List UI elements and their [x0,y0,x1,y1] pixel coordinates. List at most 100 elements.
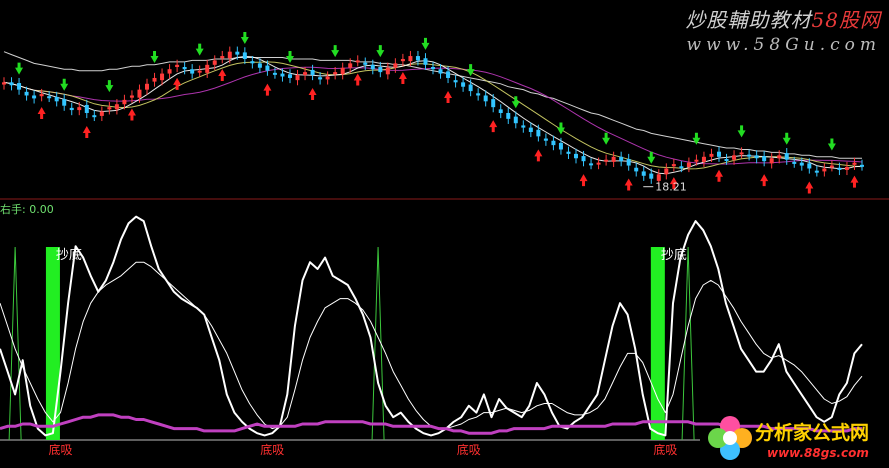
candle-body [476,93,481,96]
candle-body [596,162,601,165]
candle-body [701,156,706,162]
watermark-title: 炒股輔助教材 [685,8,812,32]
candle-body [227,51,232,59]
candle-body [318,77,323,80]
candle-body [265,65,270,71]
flower-logo-icon [708,416,752,460]
signal-bottom-label: 底吸 [653,442,677,457]
candle-body [129,95,134,98]
candle-body [513,116,518,124]
down-arrow-icon [376,45,385,58]
candle-body [807,163,812,169]
candle-body [92,115,97,118]
watermark-brand: 58股网 [811,8,881,32]
candle-body [664,168,669,175]
up-arrow-icon [82,126,91,138]
candle-body [47,96,52,99]
candle-body [543,138,548,141]
candle-body [438,69,443,74]
candle-body [581,156,586,162]
candle-body [69,107,74,111]
candle-body [17,83,22,90]
candle-body [461,82,466,87]
candle-body [152,77,157,82]
candle-body [453,80,458,83]
down-arrow-icon [60,78,69,91]
candle-body [325,76,330,80]
candle-body [799,162,804,166]
candle-body [498,109,503,113]
indicator-label: 右手: 0.00 [0,203,54,216]
down-arrow-icon [602,132,611,145]
candle-body [528,127,533,132]
candle-body [551,140,556,146]
candle-body [634,167,639,172]
candle-body [303,72,308,76]
candle-body [288,74,292,78]
candle-body [754,155,759,159]
up-arrow-icon [127,108,136,121]
k-line [0,215,863,437]
candle-body [506,113,511,119]
candle-body [431,67,435,70]
signal-bottom-label: 底吸 [260,442,284,457]
candle-body [446,71,451,78]
candle-body [167,69,172,74]
up-arrow-icon [715,169,723,182]
candle-body [732,155,737,160]
candle-body [521,125,526,128]
candle-body [491,99,496,108]
candle-body [777,155,782,159]
candle-body [739,152,744,155]
candle-body [784,153,789,160]
up-arrow-icon [308,88,317,101]
candle-body [641,171,646,176]
candle-body [393,63,398,68]
down-arrow-icon [286,50,294,63]
candle-body [762,156,767,162]
candle-body [370,64,375,70]
down-arrow-icon [782,132,791,145]
down-arrow-icon [466,64,475,77]
candle-body [77,107,82,111]
site-logo: 分析家公式网 www.88gs.com [705,410,885,466]
candle-body [212,60,217,65]
up-arrow-icon [805,181,814,194]
candle-body [107,107,112,110]
logo-url: www.88gs.com [767,446,869,460]
candle-body [182,67,187,70]
candle-body [295,75,300,81]
candle-body [483,95,488,102]
candle-body [114,104,119,110]
candle-body [145,83,149,90]
candle-body [558,142,563,150]
candle-body [333,72,338,75]
candle-body [769,158,774,164]
candle-body [468,84,473,92]
candle-body [205,64,210,73]
candle-body [814,170,819,173]
candle-body [220,56,225,59]
down-arrow-icon [737,125,746,138]
down-arrow-icon [240,31,249,44]
candle-body [137,89,142,98]
candle-body [99,111,104,116]
up-arrow-icon [444,90,453,103]
candle-body [671,164,676,167]
candle-body [2,82,6,85]
down-arrow-icon [105,80,114,93]
candle-body [822,168,827,172]
up-arrow-icon [398,71,407,84]
candle-body [860,164,864,167]
candle-body [408,56,413,62]
candle-body [611,156,616,162]
candle-body [340,67,345,75]
candle-body [348,63,353,68]
watermark-url: www.58Gu.com [686,35,881,55]
candle-body [24,91,29,96]
candle-body [242,52,247,59]
candle-body [272,72,277,75]
candle-body [190,69,195,74]
down-arrow-icon [827,138,836,151]
candle-body [62,99,67,106]
